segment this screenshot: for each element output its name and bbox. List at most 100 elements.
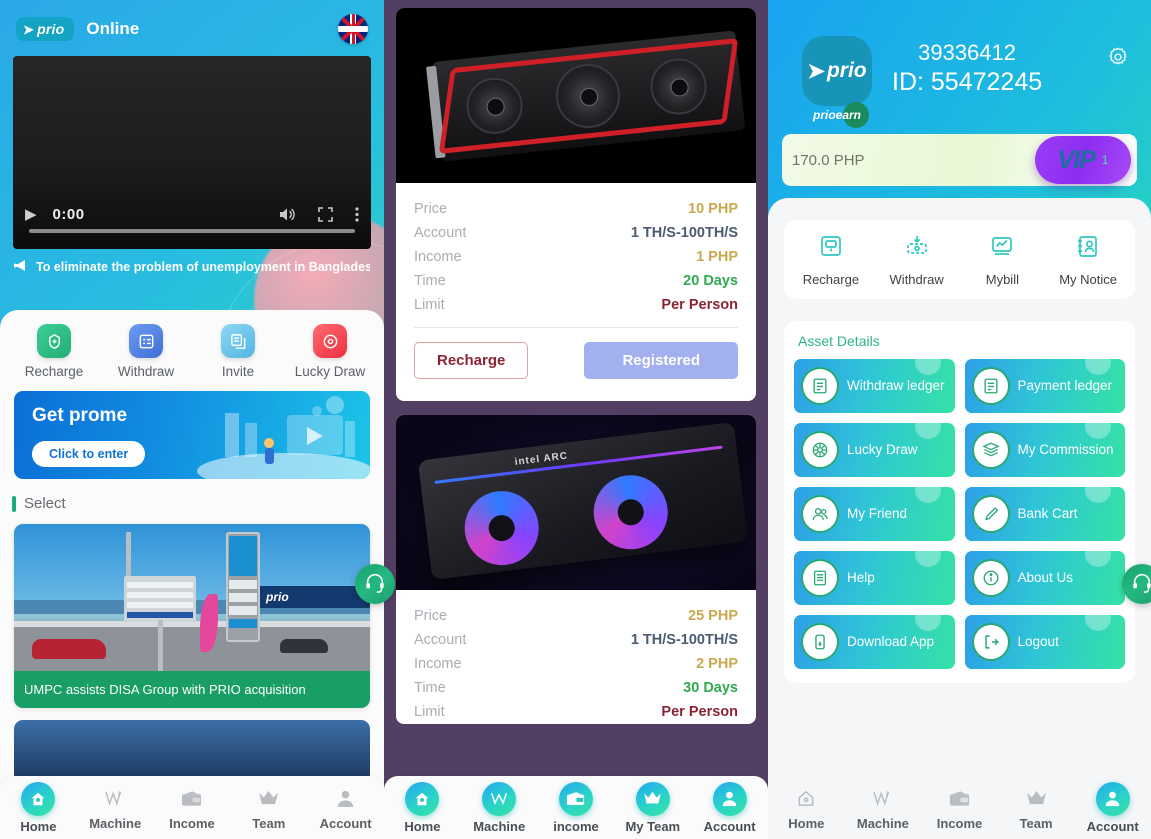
registered-button[interactable]: Registered (584, 342, 738, 379)
tab-machine[interactable]: P Machine (845, 785, 922, 831)
machine-icon: P (101, 785, 129, 813)
tile-help[interactable]: Help (794, 551, 955, 605)
tile-bank-cart[interactable]: Bank Cart (964, 487, 1125, 541)
video-time: 0:00 (52, 205, 85, 223)
video-player[interactable]: ▶ 0:00 (13, 56, 371, 249)
account-tabbar: Home P Machine Income Team Account (768, 776, 1151, 839)
quick-action-lucky-draw[interactable]: Lucky Draw (284, 324, 376, 379)
machine-panel: Price 10 PHP Account 1 TH/S-100TH/S Income… (384, 0, 768, 839)
tile-about-us[interactable]: About Us (964, 551, 1125, 605)
tile-label: My Commission (1017, 442, 1114, 458)
section-title: Select (24, 495, 66, 512)
machine-specs: Price 25 PHP Account 1 TH/S-100TH/S Income… (396, 590, 756, 724)
wheel-icon (803, 433, 837, 467)
spec-row: Account 1 TH/S-100TH/S (414, 221, 738, 245)
action-mybill[interactable]: Mybill (960, 234, 1046, 287)
quick-action-invite[interactable]: Invite (192, 324, 284, 379)
machine-icon (482, 781, 517, 816)
tile-withdraw-ledger[interactable]: Withdraw ledger (794, 359, 955, 413)
spec-row: Time 30 Days (414, 676, 738, 700)
friends-icon (803, 497, 837, 531)
tile-download-app[interactable]: Download App (794, 615, 955, 669)
team-icon (1022, 785, 1050, 813)
tile-logout[interactable]: Logout (964, 615, 1125, 669)
news-card[interactable]: prio UMPC assists DISA Group with PRIO a… (14, 524, 370, 708)
promo-enter-button[interactable]: Click to enter (32, 441, 146, 467)
spec-label: Time (414, 273, 446, 289)
action-recharge[interactable]: Recharge (788, 234, 874, 287)
spec-label: Account (414, 632, 467, 648)
video-progress-bar[interactable] (29, 229, 355, 233)
tab-label: Account (703, 818, 756, 834)
spec-value: 1 TH/S-100TH/S (630, 632, 738, 648)
more-options-icon[interactable] (355, 206, 359, 222)
action-withdraw[interactable]: Withdraw (874, 234, 960, 287)
gear-icon[interactable] (1107, 46, 1129, 73)
quick-action-withdraw[interactable]: Withdraw (100, 324, 192, 379)
quick-action-label: Withdraw (117, 364, 175, 379)
support-button[interactable] (355, 564, 395, 604)
logout-icon (973, 625, 1008, 659)
tile-label: My Friend (847, 506, 908, 522)
tab-team[interactable]: Team (998, 785, 1075, 831)
online-status: Online (86, 19, 140, 38)
tile-label: Lucky Draw (847, 442, 918, 458)
tab-my-team[interactable]: My Team (614, 781, 691, 834)
withdraw-money-icon (904, 234, 930, 265)
tab-account[interactable]: Account (691, 781, 768, 834)
tile-lucky-draw[interactable]: Lucky Draw (794, 423, 955, 477)
tile-my-commission[interactable]: My Commission (964, 423, 1125, 477)
spec-value: Per Person (661, 297, 738, 313)
tab-home[interactable]: Home (768, 785, 845, 831)
spec-value: Per Person (661, 704, 738, 720)
tile-label: Download App (847, 634, 935, 650)
account-icon (712, 781, 747, 816)
withdraw-icon (129, 324, 163, 358)
tab-income[interactable]: Income (921, 785, 998, 831)
vip-badge[interactable]: VIP 1 (1035, 136, 1131, 184)
asset-details-title: Asset Details (798, 333, 880, 349)
news-card-secondary[interactable] (14, 720, 370, 780)
tab-home[interactable]: Home (384, 781, 461, 834)
promo-banner[interactable]: Get prome Click to enter (14, 391, 370, 479)
news-image: prio (14, 524, 370, 671)
action-label: Recharge (802, 272, 860, 287)
section-accent-bar (12, 495, 16, 512)
quick-action-recharge[interactable]: Recharge (8, 324, 100, 379)
gpu-red-graphics-card-image (396, 8, 756, 183)
action-my-notice[interactable]: My Notice (1045, 234, 1131, 287)
home-icon (405, 781, 440, 816)
spec-row: Limit Per Person (414, 700, 738, 724)
tab-account[interactable]: Account (307, 785, 384, 831)
lucky-draw-icon (313, 324, 347, 358)
account-id: ID: 55472245 (892, 68, 1043, 96)
tab-home[interactable]: Home (0, 781, 77, 834)
uk-flag-icon[interactable] (338, 14, 368, 44)
tile-label: Withdraw ledger (847, 378, 945, 394)
machine-icon: P (869, 785, 897, 813)
tab-machine[interactable]: Machine (461, 781, 538, 834)
play-icon[interactable]: ▶ (25, 205, 37, 223)
brand-subtitle: prioearn (812, 108, 862, 122)
fullscreen-icon[interactable] (318, 206, 333, 222)
tile-my-friend[interactable]: My Friend (794, 487, 955, 541)
income-icon (178, 785, 206, 813)
tab-team[interactable]: Team (230, 785, 307, 831)
machine-card: Price 10 PHP Account 1 TH/S-100TH/S Income… (396, 8, 756, 401)
promo-illustration (197, 396, 370, 479)
help-doc-icon (803, 561, 837, 595)
tab-machine[interactable]: P Machine (77, 785, 154, 831)
tab-account[interactable]: Account (1074, 781, 1151, 834)
volume-icon[interactable] (279, 207, 296, 222)
tab-income[interactable]: Income (154, 785, 231, 831)
spec-label: Price (414, 608, 448, 624)
quick-action-label: Invite (221, 364, 255, 379)
recharge-button[interactable]: Recharge (414, 342, 529, 379)
spec-label: Price (414, 201, 448, 217)
income-icon (945, 785, 973, 813)
spec-row: Limit Per Person (414, 293, 738, 317)
prio-logo-text: prio (826, 59, 867, 82)
tile-payment-ledger[interactable]: Payment ledger (964, 359, 1125, 413)
home-icon (21, 781, 56, 816)
tab-income[interactable]: income (538, 781, 615, 834)
